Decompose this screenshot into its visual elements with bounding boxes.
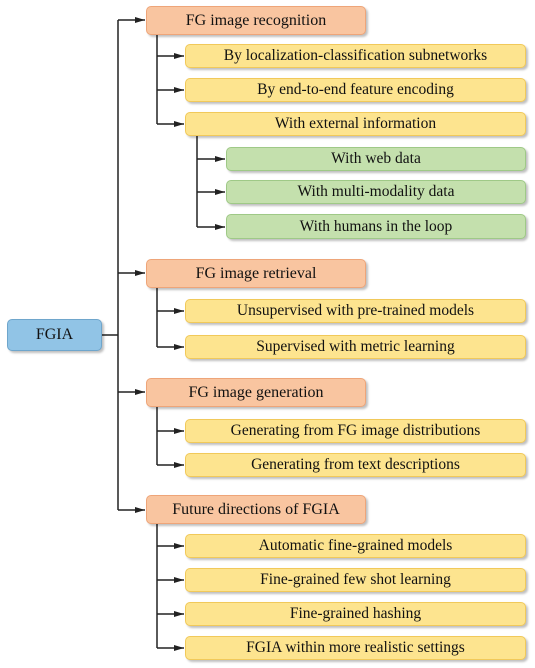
leaf-node: Unsupervised with pre-trained models [185, 299, 526, 323]
branch-label: FG image recognition [185, 11, 327, 29]
leaf-node: With multi-modality data [226, 180, 526, 204]
branch-label: FG image retrieval [195, 264, 317, 282]
leaf-label: Fine-grained hashing [289, 605, 422, 622]
leaf-label: Automatic fine-grained models [258, 537, 453, 554]
branch-retrieval: FG image retrieval [146, 259, 366, 288]
leaf-label: By localization-classification subnetwor… [223, 47, 488, 64]
root-label: FGIA [35, 326, 74, 343]
subbranch-external-information: With external information [185, 112, 526, 136]
branch-label: FG image generation [188, 383, 324, 401]
leaf-label: Fine-grained few shot learning [260, 571, 451, 588]
leaf-node: Automatic fine-grained models [185, 534, 526, 558]
leaf-label: With humans in the loop [299, 217, 453, 235]
root-node: FGIA [7, 319, 102, 351]
leaf-label: FGIA within more realistic settings [246, 639, 465, 656]
branch-label: Future directions of FGIA [172, 500, 340, 518]
leaf-label: Generating from text descriptions [251, 456, 460, 473]
branch-generation: FG image generation [146, 378, 366, 407]
leaf-label: Generating from FG image distributions [230, 422, 481, 439]
branch-future-directions: Future directions of FGIA [146, 495, 366, 524]
fgia-taxonomy-diagram: FGIA FG image recognition By localizatio… [0, 0, 535, 668]
leaf-label: By end-to-end feature encoding [257, 81, 454, 98]
leaf-node: FGIA within more realistic settings [185, 636, 526, 660]
leaf-node: With humans in the loop [226, 214, 526, 239]
leaf-node: With web data [226, 147, 526, 171]
leaf-node: By end-to-end feature encoding [185, 78, 526, 102]
leaf-node: Generating from FG image distributions [185, 419, 526, 443]
leaf-node: Fine-grained few shot learning [185, 568, 526, 592]
leaf-node: Fine-grained hashing [185, 602, 526, 626]
leaf-node: Supervised with metric learning [185, 335, 526, 359]
leaf-label: With multi-modality data [297, 183, 455, 200]
leaf-node: By localization-classification subnetwor… [185, 44, 526, 68]
leaf-label: With web data [331, 150, 421, 167]
leaf-node: Generating from text descriptions [185, 453, 526, 477]
branch-recognition: FG image recognition [146, 6, 366, 35]
leaf-label: With external information [274, 115, 437, 132]
leaf-label: Supervised with metric learning [256, 338, 455, 355]
leaf-label: Unsupervised with pre-trained models [236, 302, 475, 319]
